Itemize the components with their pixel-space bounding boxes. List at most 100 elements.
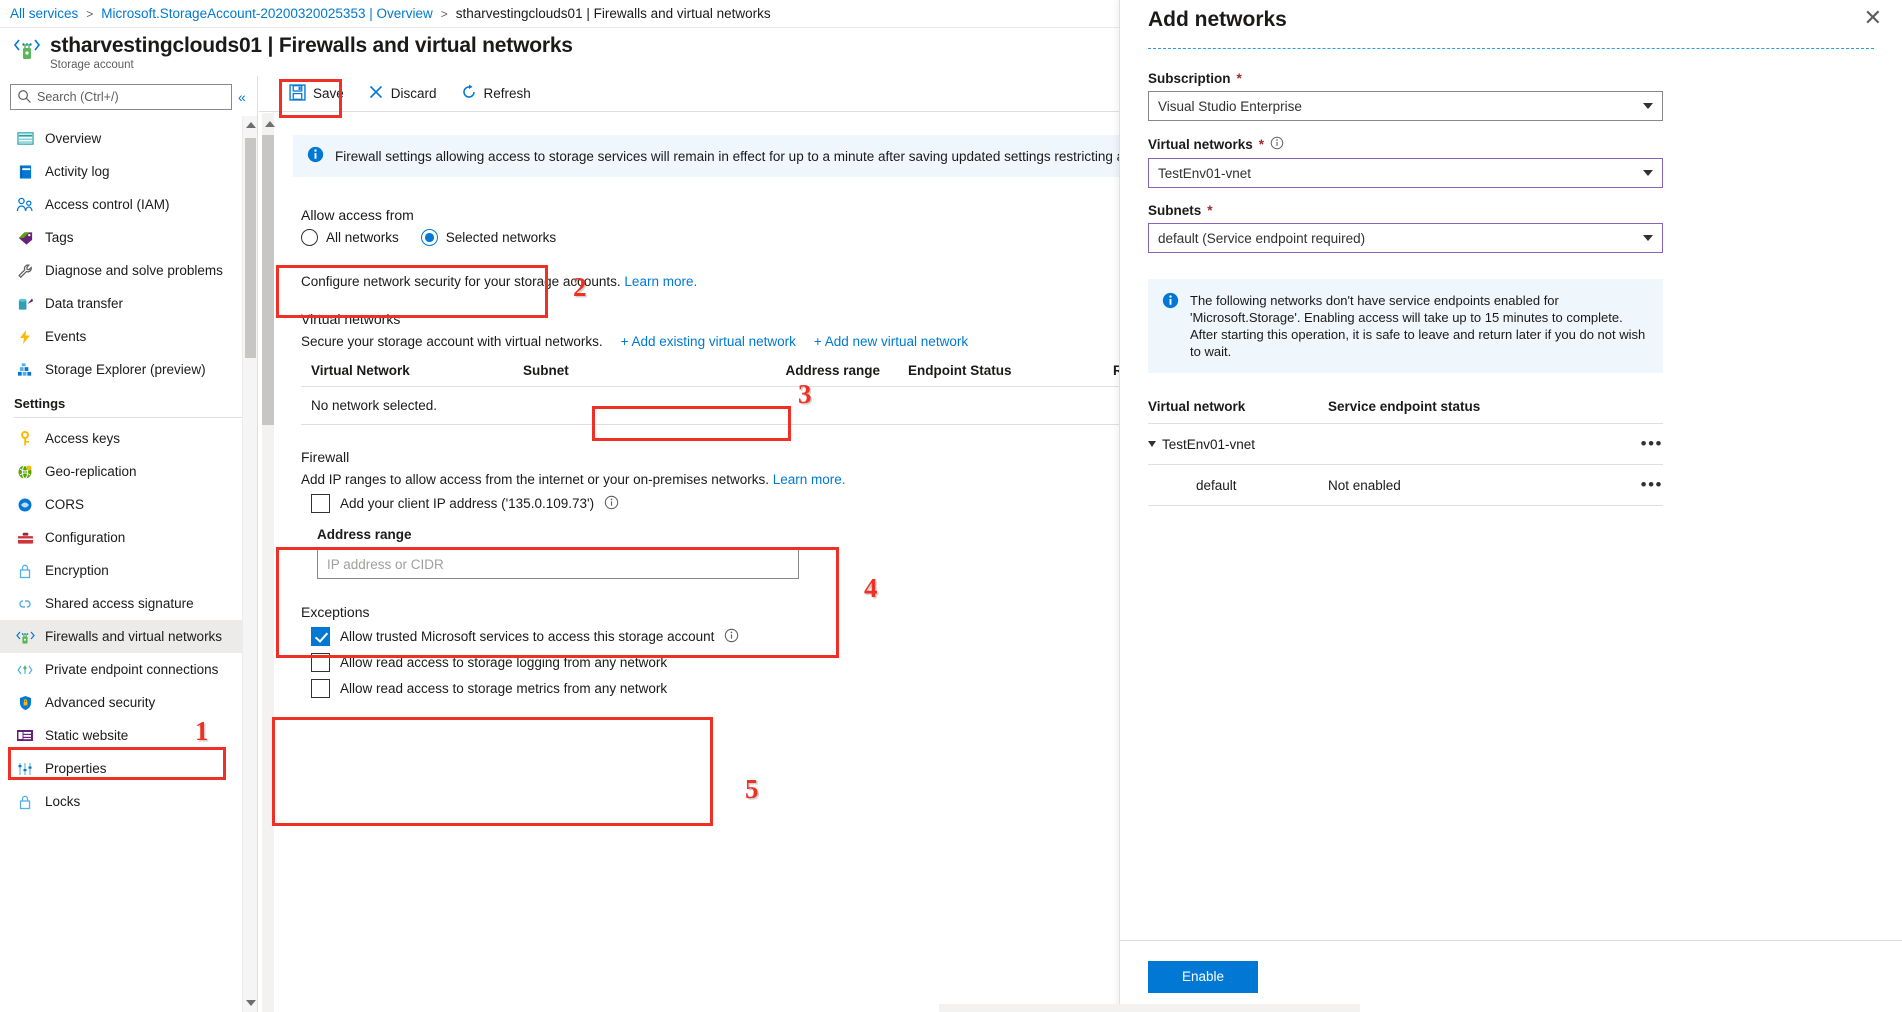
firewall-learn-more-link[interactable]: Learn more.: [773, 472, 846, 487]
row-menu-icon[interactable]: •••: [1641, 434, 1663, 454]
table-header-row: Virtual network Service endpoint status: [1148, 399, 1663, 424]
events-icon: [14, 328, 36, 346]
tags-icon: [14, 229, 36, 247]
sidebar-item-properties[interactable]: Properties: [0, 752, 257, 785]
column-header-address-range: Address range: [785, 363, 880, 378]
access-control-icon: [14, 196, 36, 214]
search-input[interactable]: Search (Ctrl+/): [10, 84, 232, 110]
breadcrumb-separator: >: [440, 6, 448, 21]
refresh-button[interactable]: Refresh: [451, 79, 541, 109]
sidebar-item-overview[interactable]: Overview: [0, 122, 257, 155]
address-range-input[interactable]: IP address or CIDR: [317, 549, 799, 579]
sidebar-item-firewalls-and-virtual-networks[interactable]: Firewalls and virtual networks: [0, 620, 257, 653]
info-icon[interactable]: [1270, 136, 1284, 153]
sidebar-item-encryption[interactable]: Encryption: [0, 554, 257, 587]
exception-storage-logging-checkbox[interactable]: [311, 653, 330, 672]
save-button[interactable]: Save: [279, 79, 354, 109]
close-icon: [368, 84, 384, 103]
column-header-subnet: Subnet: [523, 363, 569, 378]
annotation-number-1: 1: [195, 716, 209, 746]
blade-title: Add networks: [1148, 8, 1287, 31]
add-new-virtual-network-link[interactable]: + Add new virtual network: [814, 334, 968, 349]
page-subtitle: Storage account: [50, 59, 134, 71]
radio-all-networks-indicator: [301, 229, 318, 246]
learn-more-link[interactable]: Learn more.: [624, 274, 697, 289]
subnets-dropdown[interactable]: default (Service endpoint required): [1148, 223, 1663, 253]
cors-icon: [14, 496, 36, 514]
collapse-sidebar-button[interactable]: «: [238, 90, 246, 104]
radio-selected-networks[interactable]: Selected networks: [420, 229, 556, 246]
table-row[interactable]: TestEnv01-vnet •••: [1148, 424, 1663, 465]
add-client-ip-checkbox[interactable]: [311, 494, 330, 513]
scrollbar-thumb[interactable]: [245, 138, 256, 358]
scrollbar-thumb[interactable]: [262, 135, 274, 425]
scroll-up-icon[interactable]: [246, 122, 256, 128]
column-header-endpoint-status: Endpoint Status: [908, 363, 1012, 378]
row-menu-icon[interactable]: •••: [1641, 475, 1663, 495]
breadcrumb-item-all-services[interactable]: All services: [10, 6, 78, 21]
subscription-label-text: Subscription: [1148, 71, 1231, 86]
sidebar-item-label: Properties: [45, 761, 107, 776]
virtual-networks-dropdown[interactable]: TestEnv01-vnet: [1148, 158, 1663, 188]
table-row[interactable]: default Not enabled •••: [1148, 465, 1663, 506]
virtual-networks-label-text: Virtual networks: [1148, 137, 1253, 152]
subscription-dropdown[interactable]: Visual Studio Enterprise: [1148, 91, 1663, 121]
info-icon[interactable]: [604, 495, 619, 513]
properties-icon: [14, 760, 36, 778]
subnets-label: Subnets *: [1148, 203, 1874, 218]
sidebar-item-label: Tags: [45, 230, 74, 245]
discard-label: Discard: [390, 86, 437, 101]
enable-button[interactable]: Enable: [1148, 960, 1258, 993]
exception-trusted-services-checkbox[interactable]: [311, 627, 330, 646]
sidebar-item-activity-log[interactable]: Activity log: [0, 155, 257, 188]
sidebar-item-data-transfer[interactable]: Data transfer: [0, 287, 257, 320]
key-icon: [14, 430, 36, 448]
discard-button[interactable]: Discard: [358, 79, 447, 109]
search-icon: [17, 89, 32, 107]
sidebar-item-static-website[interactable]: Static website: [0, 719, 257, 752]
subscription-label: Subscription *: [1148, 71, 1874, 86]
sidebar-item-diagnose[interactable]: Diagnose and solve problems: [0, 254, 257, 287]
sidebar-item-cors[interactable]: CORS: [0, 488, 257, 521]
sidebar-item-private-endpoint-connections[interactable]: Private endpoint connections: [0, 653, 257, 686]
firewall-description-text: Add IP ranges to allow access from the i…: [301, 472, 769, 487]
bottom-strip: [259, 1004, 1360, 1012]
sidebar-item-label: Data transfer: [45, 296, 124, 311]
sidebar-item-configuration[interactable]: Configuration: [0, 521, 257, 554]
sidebar-item-access-keys[interactable]: Access keys: [0, 422, 257, 455]
content-scrollbar[interactable]: [259, 113, 277, 1012]
sidebar-item-geo-replication[interactable]: Geo-replication: [0, 455, 257, 488]
add-existing-virtual-network-link[interactable]: + Add existing virtual network: [621, 334, 796, 349]
sidebar-item-advanced-security[interactable]: Advanced security: [0, 686, 257, 719]
sidebar-item-events[interactable]: Events: [0, 320, 257, 353]
blade-body: Subscription * Visual Studio Enterprise …: [1120, 49, 1902, 506]
horizontal-scrollbar[interactable]: [939, 1004, 1360, 1012]
scroll-down-icon[interactable]: [246, 1000, 256, 1006]
sidebar-item-label: Encryption: [45, 563, 109, 578]
service-endpoint-table: Virtual network Service endpoint status …: [1148, 399, 1663, 506]
exception-storage-metrics-checkbox[interactable]: [311, 679, 330, 698]
activity-log-icon: [14, 163, 36, 181]
sidebar-item-access-control[interactable]: Access control (IAM): [0, 188, 257, 221]
sidebar-item-label: Storage Explorer (preview): [45, 362, 206, 377]
info-banner-text: Firewall settings allowing access to sto…: [335, 148, 1163, 164]
sidebar-item-shared-access-signature[interactable]: Shared access signature: [0, 587, 257, 620]
annotation-number-2: 2: [573, 272, 587, 302]
sidebar-item-label: Firewalls and virtual networks: [45, 629, 223, 644]
refresh-icon: [461, 84, 477, 103]
column-header-virtual-network: Virtual Network: [311, 363, 410, 378]
close-icon[interactable]: ✕: [1864, 7, 1882, 29]
breadcrumb-item-resource-group[interactable]: Microsoft.StorageAccount-20200320025353 …: [101, 6, 432, 21]
info-icon[interactable]: [724, 628, 739, 646]
sidebar-scrollbar[interactable]: [242, 116, 257, 1012]
sidebar-item-locks[interactable]: Locks: [0, 785, 257, 818]
blade-footer: Enable: [1120, 940, 1902, 1012]
sidebar: Search (Ctrl+/) « Overview Activity log: [0, 76, 258, 1012]
storage-explorer-icon: [14, 361, 36, 379]
scroll-up-icon[interactable]: [265, 121, 275, 127]
sidebar-item-label: Locks: [45, 794, 81, 809]
chevron-down-icon[interactable]: [1148, 441, 1156, 447]
radio-all-networks[interactable]: All networks: [301, 229, 399, 246]
sidebar-item-tags[interactable]: Tags: [0, 221, 257, 254]
sidebar-item-storage-explorer[interactable]: Storage Explorer (preview): [0, 353, 257, 386]
